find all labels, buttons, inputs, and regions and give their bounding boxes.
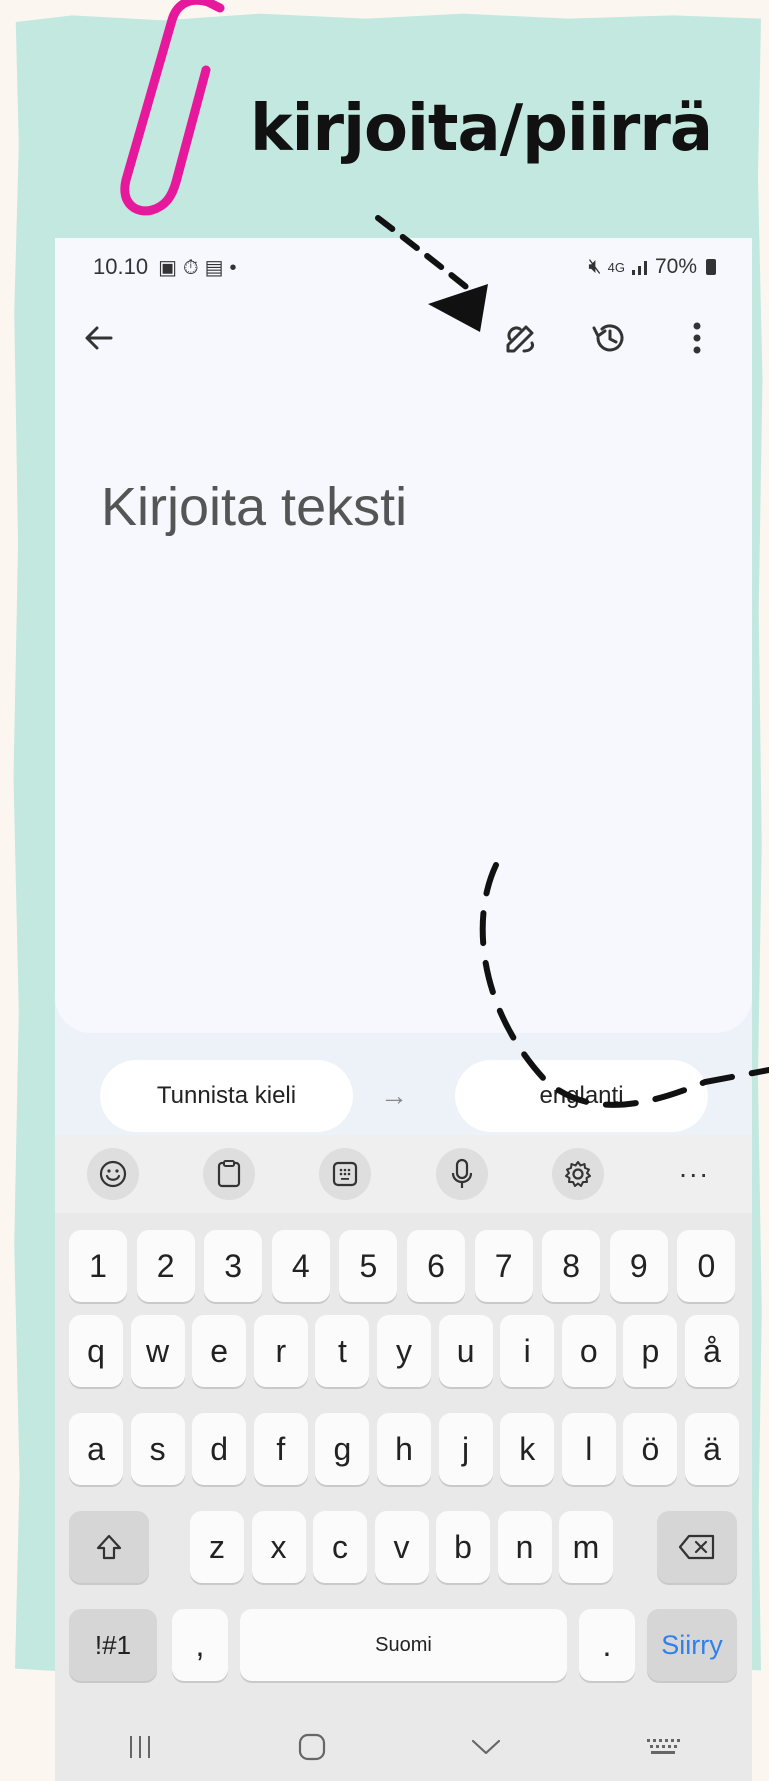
swap-arrow-icon: → (380, 1080, 408, 1111)
comma-key[interactable]: , (172, 1609, 228, 1681)
home-icon[interactable] (297, 1732, 327, 1762)
letter-key-1[interactable]: w (130, 1315, 185, 1387)
letter-key-2[interactable]: e (192, 1315, 247, 1387)
number-key-8[interactable]: 9 (609, 1230, 668, 1302)
more-vert-icon (693, 322, 701, 354)
keyboard-hide-icon[interactable] (645, 1736, 681, 1758)
number-key-6[interactable]: 7 (474, 1230, 533, 1302)
network-label: 4G (607, 259, 625, 275)
letter-key-10[interactable]: å (685, 1315, 739, 1387)
letter-key-4[interactable]: b (436, 1511, 490, 1583)
shift-icon (96, 1534, 122, 1560)
target-language-button[interactable]: englanti (455, 1060, 708, 1132)
letter-key-5[interactable]: h (377, 1413, 431, 1485)
battery-icon (706, 259, 716, 275)
back-button[interactable] (77, 316, 121, 360)
history-icon (592, 324, 624, 352)
number-key-1[interactable]: 2 (136, 1230, 195, 1302)
number-key-2[interactable]: 3 (204, 1230, 263, 1302)
timer-icon: ⏱ (182, 256, 205, 279)
editor-card: 10.10 ▣⏱▤• 🔇︎ 4G 70% Kirjoita teksti (55, 238, 752, 1033)
shift-key[interactable] (69, 1511, 149, 1583)
letter-key-4[interactable]: t (315, 1315, 370, 1387)
number-key-5[interactable]: 6 (407, 1230, 465, 1302)
letter-key-7[interactable]: k (500, 1413, 555, 1485)
number-key-3[interactable]: 4 (271, 1230, 330, 1302)
toolbar-more-button[interactable]: ··· (668, 1158, 720, 1190)
signal-icon (631, 261, 647, 275)
mute-icon: 🔇︎ (588, 255, 602, 278)
number-key-9[interactable]: 0 (677, 1230, 736, 1302)
number-key-7[interactable]: 8 (542, 1230, 601, 1302)
letter-key-3[interactable]: r (253, 1315, 308, 1387)
top-app-bar (55, 308, 752, 368)
letter-key-6[interactable]: u (438, 1315, 493, 1387)
gallery-icon: ▣ (158, 256, 183, 279)
status-left-icons: ▣⏱▤• (158, 255, 242, 280)
letter-key-5[interactable]: y (377, 1315, 431, 1387)
mic-icon (451, 1158, 472, 1188)
emoji-button[interactable] (87, 1148, 140, 1200)
letter-key-9[interactable]: p (623, 1315, 678, 1387)
handwrite-icon (506, 325, 534, 353)
letter-key-10[interactable]: ä (685, 1413, 739, 1485)
back-chevron-icon[interactable] (470, 1737, 502, 1757)
status-time: 10.10 (93, 254, 149, 279)
letter-key-3[interactable]: v (374, 1511, 429, 1583)
space-key[interactable]: Suomi (240, 1609, 567, 1681)
letter-key-2[interactable]: d (192, 1413, 247, 1485)
period-key[interactable]: . (579, 1609, 635, 1681)
keyboard-toolbar: ··· (55, 1135, 752, 1213)
letter-key-0[interactable]: a (69, 1413, 123, 1485)
recents-icon[interactable] (126, 1734, 154, 1760)
letter-key-8[interactable]: l (561, 1413, 616, 1485)
letter-key-0[interactable]: q (69, 1315, 123, 1387)
screen-icon: ▤ (204, 256, 230, 279)
status-right: 🔇︎ 4G 70% (588, 255, 716, 279)
letter-key-6[interactable]: j (438, 1413, 493, 1485)
letter-key-3[interactable]: f (253, 1413, 308, 1485)
text-input-placeholder[interactable]: Kirjoita teksti (101, 476, 407, 538)
letter-key-0[interactable]: z (190, 1511, 244, 1583)
symbols-key[interactable]: !#1 (69, 1609, 157, 1681)
keypad-button[interactable] (319, 1148, 372, 1200)
keyboard-settings-button[interactable] (551, 1148, 604, 1200)
letter-key-5[interactable]: n (497, 1511, 552, 1583)
status-bar: 10.10 ▣⏱▤• 🔇︎ 4G 70% (93, 252, 716, 282)
source-language-button[interactable]: Tunnista kieli (100, 1060, 353, 1132)
keyboard: ··· 1234567890 qwertyuiopå asdfghjklöä z… (55, 1135, 752, 1781)
handwrite-button[interactable] (499, 316, 543, 360)
dot-icon: • (229, 256, 243, 279)
settings-icon (564, 1161, 591, 1187)
battery-label: 70% (654, 255, 697, 278)
letter-key-1[interactable]: s (130, 1413, 185, 1485)
voice-input-button[interactable] (435, 1148, 488, 1200)
number-key-4[interactable]: 5 (339, 1230, 398, 1302)
number-key-0[interactable]: 1 (69, 1230, 127, 1302)
system-nav-bar (55, 1713, 752, 1781)
phone-screen: 10.10 ▣⏱▤• 🔇︎ 4G 70% Kirjoita teksti Tun… (55, 238, 752, 1781)
letter-key-6[interactable]: m (559, 1511, 613, 1583)
go-key[interactable]: Siirry (647, 1609, 737, 1681)
history-button[interactable] (587, 316, 631, 360)
backspace-icon (678, 1534, 715, 1560)
letter-key-7[interactable]: i (500, 1315, 555, 1387)
keypad-icon (333, 1161, 358, 1187)
clipboard-button[interactable] (203, 1148, 256, 1200)
paperclip-icon (120, 0, 225, 216)
clipboard-icon (218, 1160, 241, 1188)
letter-key-4[interactable]: g (315, 1413, 370, 1485)
letter-key-8[interactable]: o (561, 1315, 616, 1387)
language-bar: Tunnista kieli → englanti (55, 1050, 752, 1132)
emoji-icon (99, 1160, 127, 1188)
letter-key-9[interactable]: ö (623, 1413, 678, 1485)
letter-key-2[interactable]: c (313, 1511, 367, 1583)
letter-key-1[interactable]: x (251, 1511, 306, 1583)
annotation-headline: kirjoita/piirrä (250, 92, 713, 166)
back-arrow-icon (85, 326, 113, 350)
backspace-key[interactable] (657, 1511, 737, 1583)
more-options-button[interactable] (675, 316, 719, 360)
